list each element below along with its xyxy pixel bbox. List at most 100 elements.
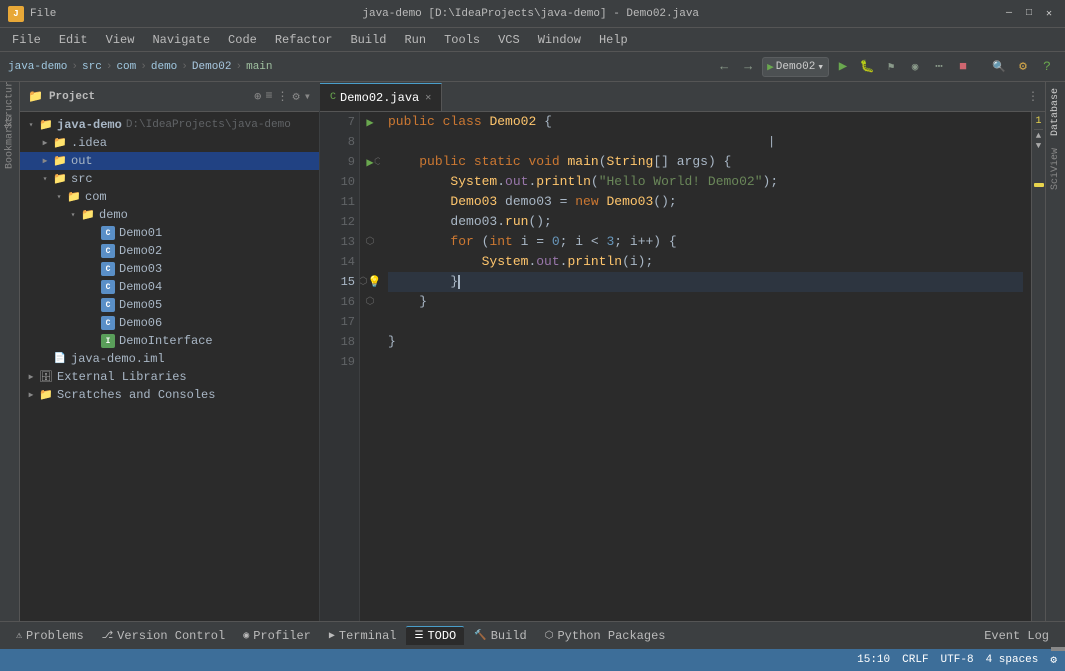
menu-item-code[interactable]: Code [220,31,265,49]
stop-button[interactable]: ■ [953,57,973,77]
tree-item-demo01[interactable]: C Demo01 [20,224,319,242]
settings-status-icon[interactable]: ⚙ [1050,653,1057,667]
menu-item-tools[interactable]: Tools [436,31,488,49]
debug-button[interactable]: 🐛 [857,57,877,77]
help-button[interactable]: ? [1037,57,1057,77]
coverage-button[interactable]: ⚑ [881,57,901,77]
gutter-down-arrow[interactable]: ▼ [1036,141,1041,151]
tree-item-iml[interactable]: 📄 java-demo.iml [20,350,319,368]
profile-button[interactable]: ◉ [905,57,925,77]
run-icon-9[interactable]: ▶ [366,155,373,170]
profiler-label: Profiler [253,629,311,643]
gutter-18 [360,332,380,352]
fold-icon-13[interactable]: ⬡ [366,236,375,248]
event-log-tab[interactable]: Event Log [976,627,1057,645]
code-editor[interactable]: public class Demo02 { public static void… [380,112,1031,621]
line-endings-status[interactable]: CRLF [902,654,928,666]
tree-item-com[interactable]: ▾ 📁 com [20,188,319,206]
menu-item-build[interactable]: Build [342,31,394,49]
editor-tab-demo02[interactable]: C Demo02.java ✕ [320,83,442,111]
tab-more-btn[interactable]: ⋮ [1021,89,1045,104]
build-tab[interactable]: 🔨 Build [466,627,534,645]
more-run-button[interactable]: ⋯ [929,57,949,77]
nav-src[interactable]: src [82,61,102,73]
encoding-status[interactable]: UTF-8 [941,654,974,666]
title-bar: J File java-demo [D:\IdeaProjects\java-d… [0,0,1065,28]
fold-icon-15[interactable]: ⬡ [360,276,368,288]
nav-demo02[interactable]: Demo02 [192,61,232,73]
line-num-13: 13 [324,232,355,252]
menu-item-run[interactable]: Run [396,31,434,49]
warning-badge[interactable]: 1 [1034,114,1043,130]
menu-item-window[interactable]: Window [530,31,589,49]
menu-item-file[interactable]: File [4,31,49,49]
menu-item-help[interactable]: Help [591,31,636,49]
warn-icon-15[interactable]: 💡 [368,275,380,289]
spacer-demo03 [86,262,100,276]
profiler-tab[interactable]: ◉ Profiler [235,627,319,645]
tree-arrow-java-demo: ▾ [24,118,38,132]
fold-icon-9[interactable]: ⬡ [374,157,380,167]
sciview-tab[interactable]: SciView [1048,142,1063,196]
sidebar-settings-btn[interactable]: ⚙ [293,89,300,104]
problems-tab[interactable]: ⚠ Problems [8,627,92,645]
fold-icon-16[interactable]: ⬡ [366,296,375,308]
gutter-13: ⬡ [360,232,380,252]
sidebar-collapse-btn[interactable]: ⋮ [277,89,289,104]
indent-status[interactable]: 4 spaces [986,654,1039,666]
sidebar-add-btn[interactable]: ⊕ [254,89,261,104]
tree-item-scratches[interactable]: ▶ 📁 Scratches and Consoles [20,386,319,404]
tree-item-external[interactable]: ▶ 🗄 External Libraries [20,368,319,386]
nav-demo[interactable]: demo [151,61,177,73]
run-button[interactable]: ▶ [833,57,853,77]
menu-file-label[interactable]: File [30,8,56,20]
nav-com[interactable]: com [116,61,136,73]
nav-project[interactable]: java-demo [8,61,67,73]
tree-item-demo[interactable]: ▾ 📁 demo [20,206,319,224]
tree-item-idea[interactable]: ▶ 📁 .idea [20,134,319,152]
cursor-position-status[interactable]: 15:10 [857,654,890,666]
run-icon-7[interactable]: ▶ [366,115,373,130]
sidebar-hide-btn[interactable]: ▾ [304,89,311,104]
forward-button[interactable]: → [738,57,758,77]
menu-item-navigate[interactable]: Navigate [144,31,218,49]
menu-item-refactor[interactable]: Refactor [267,31,341,49]
maximize-button[interactable]: □ [1021,6,1037,22]
app-icon: J [8,6,24,22]
search-everywhere-button[interactable]: 🔍 [989,57,1009,77]
tree-item-out[interactable]: ▶ 📁 out [20,152,319,170]
bookmarks-tab[interactable]: Bookmarks [0,122,20,162]
tree-item-demo03[interactable]: C Demo03 [20,260,319,278]
problems-icon: ⚠ [16,630,22,642]
menu-item-view[interactable]: View [98,31,143,49]
tree-item-java-demo[interactable]: ▾ 📁 java-demo D:\IdeaProjects\java-demo [20,116,319,134]
class-icon-demo04: C [100,279,116,295]
window-title: java-demo [D:\IdeaProjects\java-demo] - … [60,8,1001,20]
python-packages-tab[interactable]: ⬡ Python Packages [537,627,674,645]
close-button[interactable]: ✕ [1041,6,1057,22]
tree-item-src[interactable]: ▾ 📁 src [20,170,319,188]
back-button[interactable]: ← [714,57,734,77]
minimize-button[interactable]: — [1001,6,1017,22]
run-config-selector[interactable]: ▶ Demo02 ▾ [762,57,829,77]
terminal-tab[interactable]: ▶ Terminal [321,627,405,645]
todo-tab[interactable]: ☰ TODO [406,626,464,645]
main-content: Structure Bookmarks 📁 Project ⊕ ≡ ⋮ ⚙ ▾ … [0,82,1065,621]
folder-icon-demo: 📁 [80,207,96,223]
version-control-tab[interactable]: ⎇ Version Control [94,627,234,645]
nav-main[interactable]: main [246,61,272,73]
gutter-icons: ▶ ▶ ⬡ ⬡ [360,112,380,621]
tree-item-demointerface[interactable]: I DemoInterface [20,332,319,350]
tree-item-demo06[interactable]: C Demo06 [20,314,319,332]
tree-item-demo05[interactable]: C Demo05 [20,296,319,314]
sidebar-flatten-btn[interactable]: ≡ [265,89,272,104]
tab-close-btn[interactable]: ✕ [425,92,431,104]
menu-item-vcs[interactable]: VCS [490,31,528,49]
run-controls: ← → ▶ Demo02 ▾ ▶ 🐛 ⚑ ◉ ⋯ ■ 🔍 ⚙ ? [714,57,1057,77]
gutter-up-arrow[interactable]: ▲ [1036,131,1041,141]
settings-button[interactable]: ⚙ [1013,57,1033,77]
tree-item-demo02[interactable]: C Demo02 [20,242,319,260]
menu-item-edit[interactable]: Edit [51,31,96,49]
database-tab[interactable]: Database [1048,82,1063,142]
tree-item-demo04[interactable]: C Demo04 [20,278,319,296]
